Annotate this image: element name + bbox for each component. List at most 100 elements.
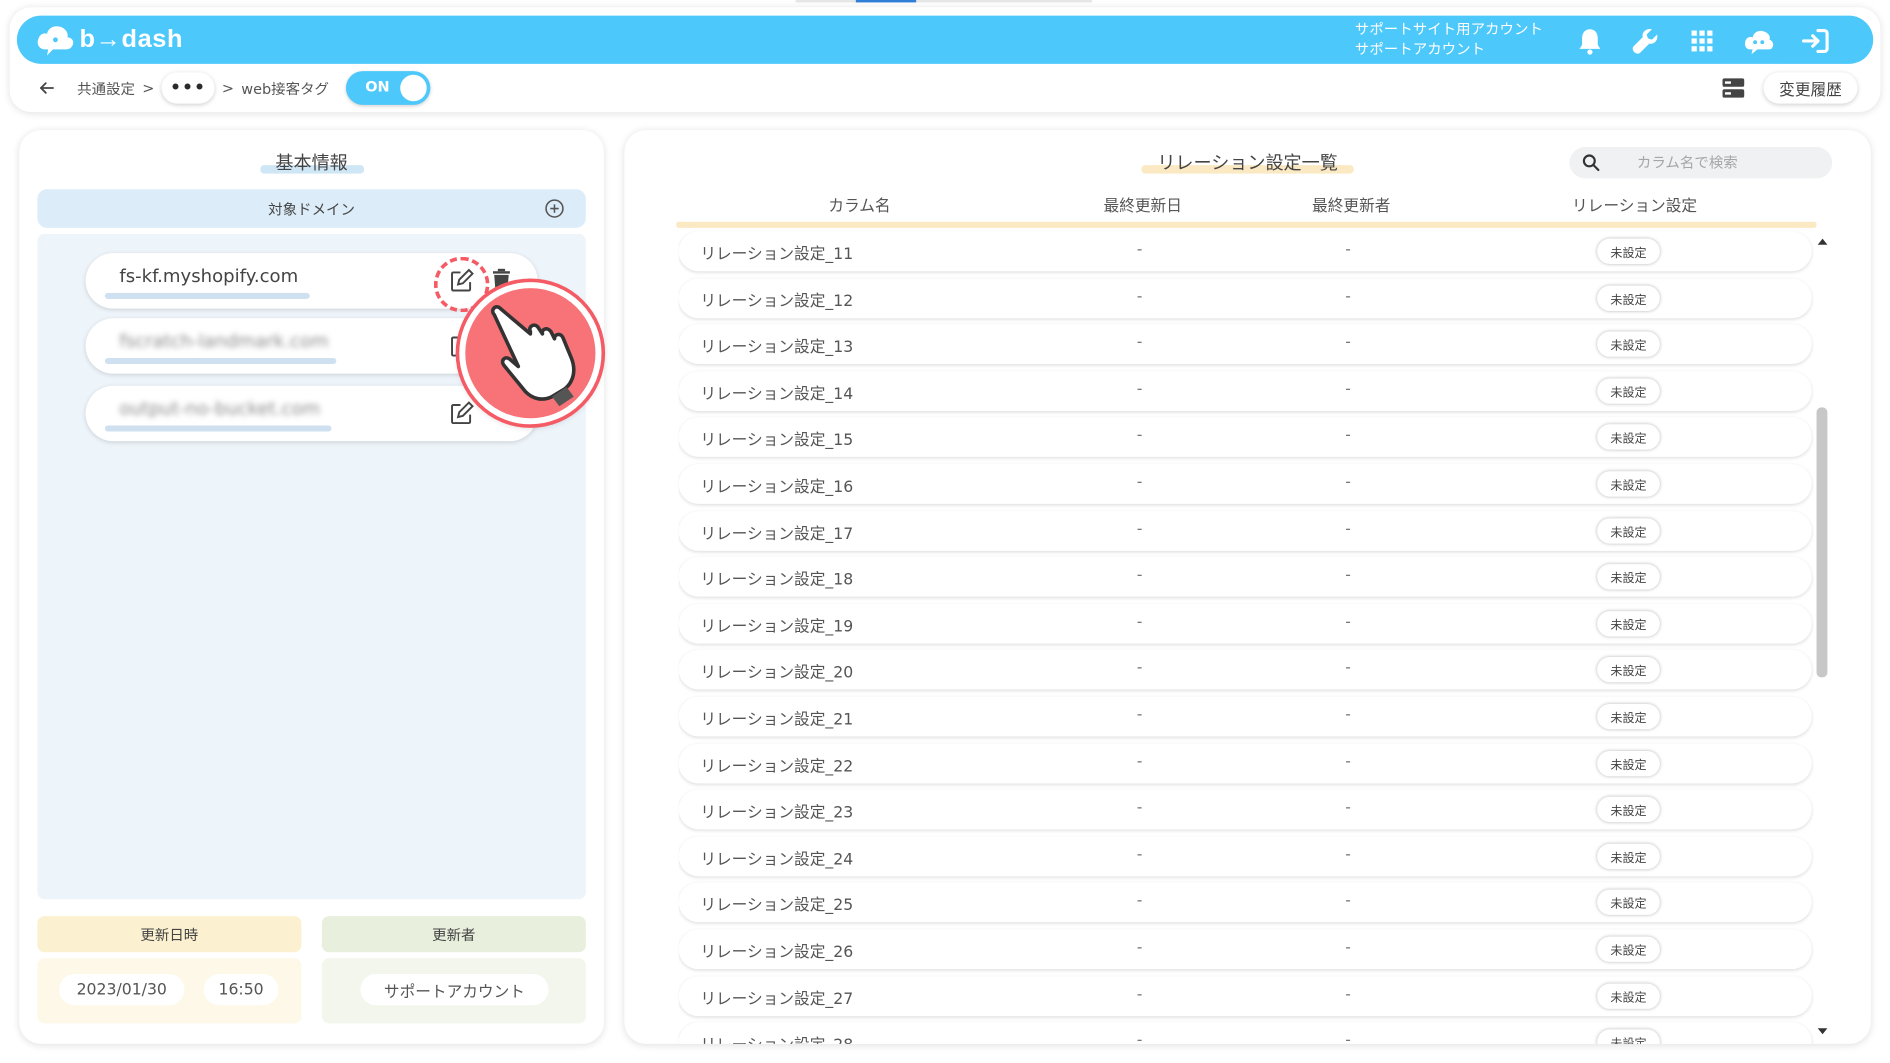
- col-header-last-updater[interactable]: 最終更新者: [1279, 193, 1424, 216]
- table-row[interactable]: リレーション設定_28 - - 未設定: [678, 1022, 1812, 1044]
- relation-status-badge[interactable]: 未設定: [1597, 890, 1660, 916]
- col-header-relation-setting[interactable]: リレーション設定: [1550, 193, 1719, 216]
- last-updater: -: [1345, 845, 1351, 865]
- domain-name: fs-kf.myshopify.com: [119, 265, 299, 287]
- breadcrumb-common-settings[interactable]: 共通設定: [77, 78, 135, 98]
- chat-bot-icon[interactable]: [1743, 25, 1774, 56]
- table-scrollbar[interactable]: [1814, 236, 1828, 1036]
- relation-name: リレーション設定_14: [700, 385, 854, 404]
- relation-status-badge[interactable]: 未設定: [1597, 796, 1660, 823]
- relation-status-badge[interactable]: 未設定: [1597, 331, 1660, 358]
- relation-status-badge[interactable]: 未設定: [1597, 657, 1660, 683]
- search-input[interactable]: [1636, 154, 1818, 172]
- relation-name: リレーション設定_17: [700, 525, 854, 544]
- last-updated: -: [1136, 427, 1143, 446]
- table-row[interactable]: リレーション設定_11 - - 未設定: [678, 231, 1812, 272]
- relation-status-badge[interactable]: 未設定: [1597, 378, 1660, 404]
- updater-box: サポートアカウント: [321, 958, 586, 1024]
- scroll-thumb[interactable]: [1816, 407, 1828, 678]
- updated-time: 16:50: [203, 973, 279, 1006]
- last-updater: -: [1345, 287, 1351, 306]
- table-row[interactable]: リレーション設定_14 - - 未設定: [678, 371, 1812, 411]
- last-updater: -: [1345, 985, 1351, 1004]
- table-row[interactable]: リレーション設定_19 - - 未設定: [678, 603, 1812, 644]
- domain-name: output-no-bucket.com: [119, 397, 321, 420]
- table-row[interactable]: リレーション設定_23 - - 未設定: [678, 789, 1812, 830]
- grid-icon[interactable]: [1686, 25, 1717, 56]
- relation-status-badge[interactable]: 未設定: [1597, 424, 1660, 451]
- last-updater: -: [1345, 427, 1351, 446]
- change-history-button[interactable]: 変更履歴: [1763, 72, 1858, 104]
- breadcrumb-web-tag[interactable]: web接客タグ: [241, 78, 329, 98]
- relation-status-badge[interactable]: 未設定: [1597, 610, 1660, 637]
- relation-status-badge[interactable]: 未設定: [1597, 285, 1660, 311]
- relation-status-badge[interactable]: 未設定: [1597, 843, 1660, 869]
- relation-status-badge[interactable]: 未設定: [1597, 517, 1660, 544]
- relation-name: リレーション設定_11: [700, 245, 854, 264]
- edit-icon[interactable]: [448, 400, 475, 427]
- logo-text: b→dash: [79, 25, 184, 54]
- relation-status-badge[interactable]: 未設定: [1597, 471, 1660, 497]
- table-row[interactable]: リレーション設定_15 - - 未設定: [678, 417, 1812, 458]
- toggle-label: ON: [365, 78, 390, 96]
- add-domain-icon[interactable]: [545, 199, 564, 218]
- col-header-column-name[interactable]: カラム名: [781, 193, 938, 216]
- basic-info-title: 基本情報: [19, 149, 604, 174]
- table-row[interactable]: リレーション設定_20 - - 未設定: [678, 650, 1812, 690]
- last-updated: -: [1136, 1032, 1143, 1044]
- last-updater: -: [1345, 473, 1351, 492]
- account-user: サポートアカウント: [1354, 40, 1486, 58]
- relation-status-badge[interactable]: 未設定: [1597, 750, 1660, 776]
- pointing-hand-icon: [490, 305, 576, 407]
- relation-status-badge[interactable]: 未設定: [1597, 564, 1660, 590]
- col-header-last-updated[interactable]: 最終更新日: [1070, 193, 1215, 216]
- relation-name: リレーション設定_25: [700, 897, 854, 916]
- table-row[interactable]: リレーション設定_27 - - 未設定: [678, 975, 1812, 1016]
- table-row[interactable]: リレーション設定_17 - - 未設定: [678, 510, 1812, 551]
- last-updater: -: [1345, 380, 1351, 399]
- logout-icon[interactable]: [1800, 25, 1831, 56]
- account-info[interactable]: サポートサイト用アカウント サポートアカウント: [1355, 19, 1543, 60]
- table-row[interactable]: リレーション設定_12 - - 未設定: [678, 277, 1812, 318]
- relation-status-badge[interactable]: 未設定: [1597, 936, 1660, 962]
- table-row[interactable]: リレーション設定_25 - - 未設定: [678, 882, 1812, 923]
- relation-name: リレーション設定_26: [700, 943, 854, 962]
- table-row[interactable]: リレーション設定_18 - - 未設定: [678, 557, 1812, 597]
- breadcrumb-separator: >: [221, 79, 235, 97]
- relation-status-badge[interactable]: 未設定: [1597, 983, 1660, 1009]
- breadcrumb-ellipsis-button[interactable]: •••: [161, 72, 215, 104]
- last-updated: -: [1136, 892, 1143, 911]
- last-updater: -: [1345, 334, 1351, 353]
- relation-status-badge[interactable]: 未設定: [1597, 238, 1660, 264]
- table-row[interactable]: リレーション設定_22 - - 未設定: [678, 743, 1812, 784]
- table-row[interactable]: リレーション設定_13 - - 未設定: [678, 324, 1812, 365]
- back-arrow-icon[interactable]: [36, 77, 58, 99]
- relation-name: リレーション設定_19: [700, 618, 854, 637]
- relation-name: リレーション設定_16: [700, 478, 854, 497]
- table-row[interactable]: リレーション設定_16 - - 未設定: [678, 464, 1812, 504]
- last-updater: -: [1345, 659, 1351, 678]
- table-row[interactable]: リレーション設定_26 - - 未設定: [678, 929, 1812, 970]
- bell-icon[interactable]: [1574, 25, 1605, 56]
- relation-status-badge[interactable]: 未設定: [1597, 1029, 1660, 1044]
- relation-table-body: リレーション設定_11- - 未設定 リレーション設定_12- - 未設定 リレーション設定…: [678, 230, 1814, 1044]
- target-domain-label: 対象ドメイン: [268, 200, 355, 218]
- relation-name: リレーション設定_23: [700, 804, 854, 823]
- relation-status-badge[interactable]: 未設定: [1597, 703, 1660, 730]
- logo[interactable]: b→dash: [36, 23, 183, 57]
- last-updater: -: [1345, 892, 1351, 911]
- last-updated: -: [1136, 845, 1143, 865]
- scroll-down-arrow[interactable]: [1817, 1028, 1828, 1035]
- scroll-up-arrow[interactable]: [1817, 238, 1828, 245]
- domain-name: fscratch-landmark.com: [119, 330, 329, 352]
- table-row[interactable]: リレーション設定_21 - - 未設定: [678, 696, 1812, 737]
- layout-toggle-icon[interactable]: [1720, 75, 1747, 102]
- relation-name: リレーション設定_13: [700, 338, 854, 358]
- column-search[interactable]: [1569, 147, 1833, 179]
- wrench-icon[interactable]: [1630, 25, 1661, 56]
- domain-item[interactable]: output-no-bucket.com: [85, 385, 538, 442]
- last-updater: -: [1345, 1032, 1351, 1044]
- enable-toggle[interactable]: ON: [345, 71, 431, 105]
- last-updated: -: [1136, 659, 1143, 678]
- table-row[interactable]: リレーション設定_24 - - 未設定: [678, 836, 1812, 877]
